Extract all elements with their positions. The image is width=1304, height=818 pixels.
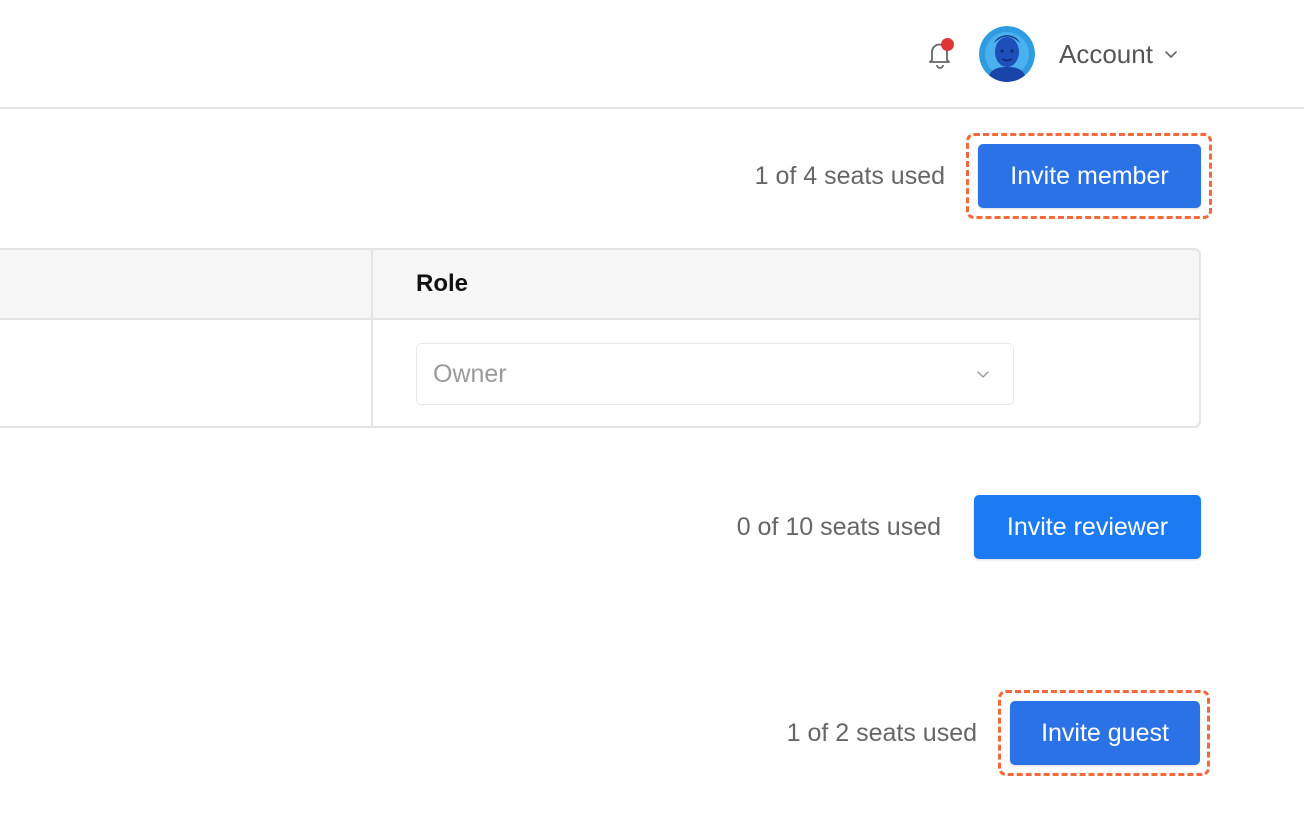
role-select-value: Owner — [433, 359, 507, 388]
members-seat-count: 1 of 4 seats used — [754, 161, 945, 190]
invite-member-button[interactable]: Invite member — [978, 144, 1201, 208]
guests-seat-count: 1 of 2 seats used — [786, 718, 977, 747]
table-header — [0, 250, 1199, 320]
invite-reviewer-button[interactable]: Invite reviewer — [974, 495, 1201, 559]
chevron-down-icon — [1165, 51, 1177, 58]
user-avatar-image — [979, 26, 1035, 82]
notifications-button[interactable] — [926, 38, 954, 70]
account-menu[interactable]: Account — [1059, 36, 1179, 72]
notification-badge — [941, 38, 954, 51]
members-seat-row: 1 of 4 seats used Invite member — [700, 144, 1201, 208]
reviewers-seat-count: 0 of 10 seats used — [736, 512, 941, 541]
role-column-header: Role — [416, 270, 469, 297]
avatar[interactable] — [979, 26, 1035, 82]
reviewers-seat-row: 0 of 10 seats used Invite reviewer — [680, 495, 1201, 559]
role-select[interactable]: Owner — [416, 343, 1014, 405]
column-divider — [371, 250, 373, 426]
top-bar: Account — [0, 0, 1304, 109]
guests-seat-row: 1 of 2 seats used Invite guest — [720, 701, 1200, 765]
account-label: Account — [1059, 38, 1153, 69]
page: Account 1 of 4 seats used Invite member … — [0, 0, 1304, 818]
invite-guest-button[interactable]: Invite guest — [1010, 701, 1200, 765]
chevron-down-icon — [977, 371, 989, 378]
members-table: Role Owner — [0, 248, 1201, 428]
